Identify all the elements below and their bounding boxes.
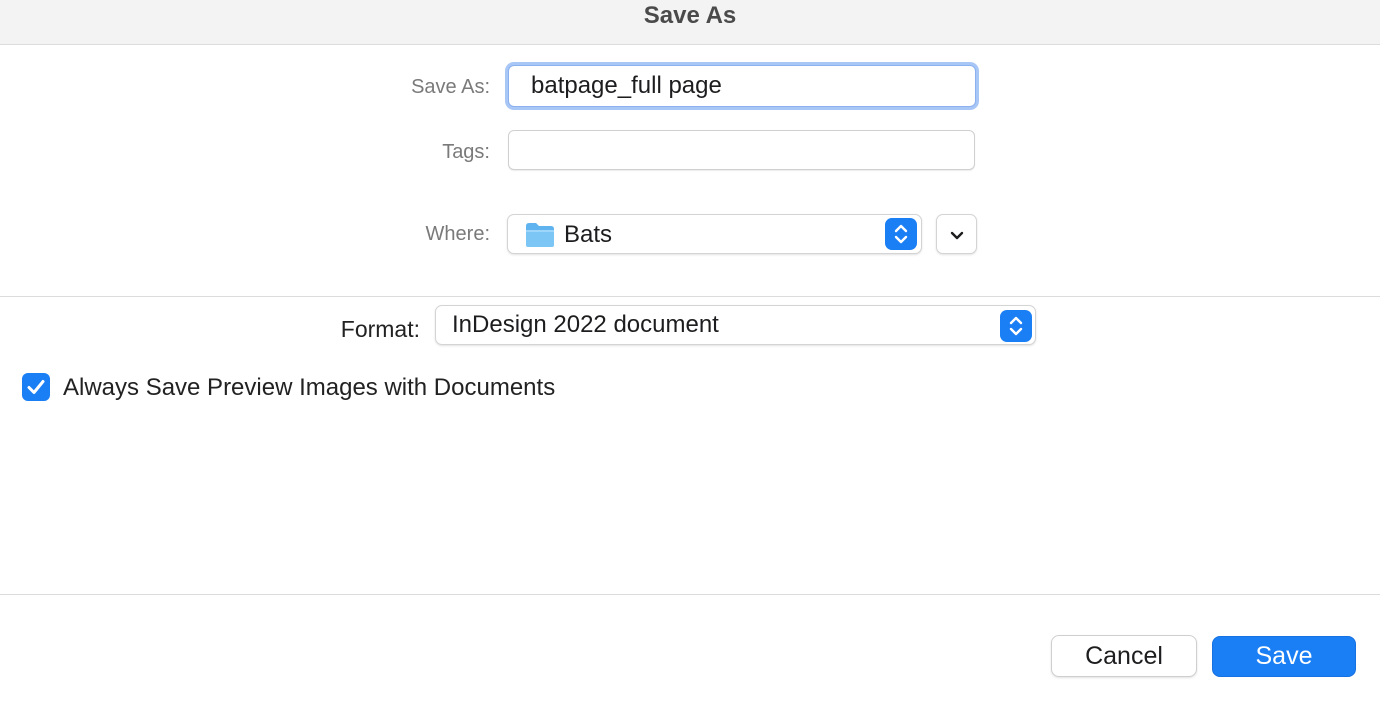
section-divider-top	[0, 296, 1380, 297]
preview-images-checkbox[interactable]	[22, 373, 50, 401]
format-value: InDesign 2022 document	[452, 311, 719, 338]
section-divider-bottom	[0, 594, 1380, 595]
format-popup[interactable]: InDesign 2022 document	[435, 305, 1036, 345]
checkmark-icon	[27, 380, 45, 394]
chevron-down-icon	[950, 231, 964, 240]
save-as-input[interactable]	[508, 65, 976, 107]
where-value: Bats	[564, 221, 613, 248]
preview-images-label[interactable]: Always Save Preview Images with Document…	[63, 374, 555, 402]
window-title: Save As	[643, 2, 737, 29]
expand-dialog-button[interactable]	[936, 214, 977, 254]
tags-label: Tags:	[442, 141, 490, 163]
save-button[interactable]: Save	[1212, 636, 1356, 677]
cancel-button[interactable]: Cancel	[1051, 635, 1197, 677]
where-stepper-icon	[885, 218, 917, 250]
tags-input[interactable]	[508, 130, 975, 170]
format-label: Format:	[340, 316, 420, 342]
where-label: Where:	[425, 223, 490, 245]
where-popup[interactable]: Bats	[507, 214, 922, 254]
save-as-label: Save As:	[411, 76, 490, 98]
folder-icon	[526, 223, 554, 247]
format-stepper-icon	[1000, 310, 1032, 342]
